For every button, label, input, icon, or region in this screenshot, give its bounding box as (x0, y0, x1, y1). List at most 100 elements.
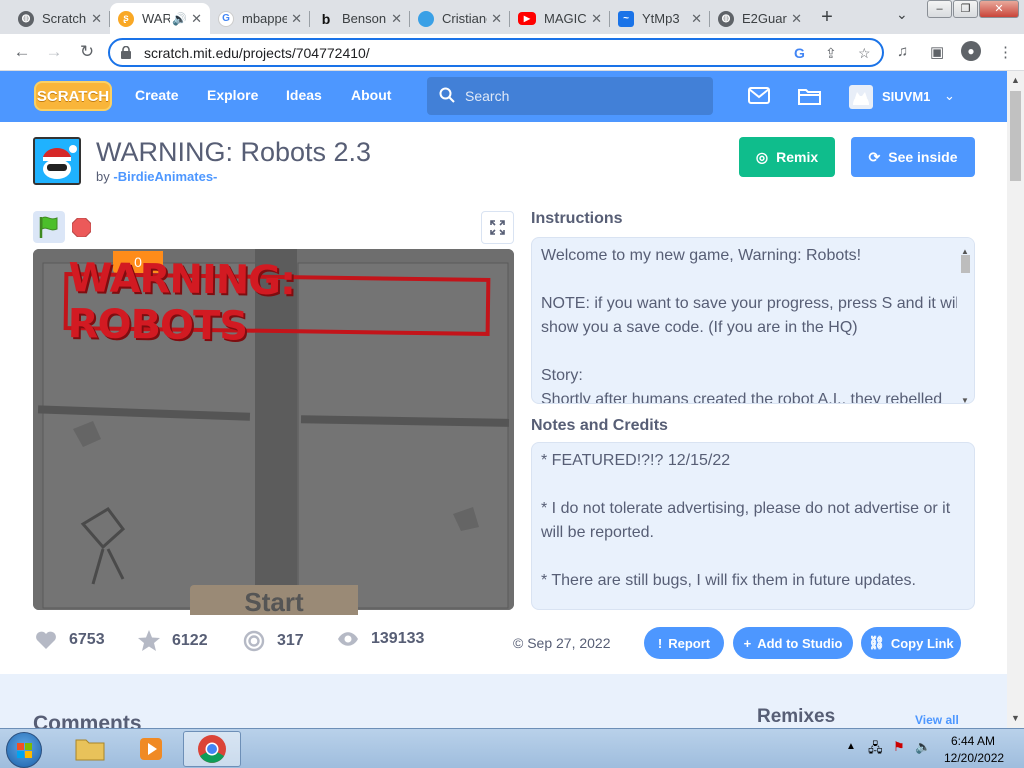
close-tab-icon[interactable]: ✕ (191, 11, 202, 27)
author-link[interactable]: -BirdieAnimates- (113, 169, 217, 184)
scroll-down-arrow-icon[interactable]: ▼ (1011, 713, 1020, 723)
scroll-down-arrow-icon[interactable]: ▼ (961, 389, 969, 403)
chrome-taskbar-button[interactable] (183, 731, 241, 767)
file-explorer-taskbar-button[interactable] (61, 731, 119, 767)
notes-heading: Notes and Credits (531, 417, 668, 434)
search-input[interactable] (465, 86, 695, 106)
love-stat[interactable]: 6753 (35, 630, 105, 650)
nav-ideas[interactable]: Ideas (286, 87, 322, 103)
bookmark-star-icon[interactable]: ☆ (858, 45, 871, 62)
plus-icon: + (743, 635, 752, 651)
green-flag-icon (39, 216, 58, 238)
volume-icon[interactable]: 🔈 (915, 739, 931, 755)
project-byline: by -BirdieAnimates- (96, 169, 218, 184)
tab-warning-robots[interactable]: ʂ WARNING 🔊 ✕ (110, 3, 210, 34)
scratch-icon: ʂ (118, 10, 134, 27)
messages-icon[interactable] (748, 87, 770, 104)
share-icon[interactable]: ⇪ (825, 45, 837, 62)
nav-create[interactable]: Create (135, 87, 179, 103)
globe-icon: ◍ (18, 10, 34, 27)
green-flag-button[interactable] (33, 211, 65, 243)
lock-icon (121, 46, 131, 59)
exclamation-icon: ! (657, 635, 663, 651)
restore-button[interactable]: ❐ (953, 0, 978, 18)
page-scroll-thumb[interactable] (1010, 91, 1021, 181)
clock-date[interactable]: 12/20/2022 (944, 751, 1004, 765)
report-button[interactable]: ! Report (644, 627, 724, 659)
chrome-icon (198, 735, 226, 763)
tab-e2guardian[interactable]: ◍ E2Guardian ✕ (710, 3, 810, 34)
close-tab-icon[interactable]: ✕ (491, 11, 502, 27)
show-hidden-icons-icon[interactable]: ▲ (846, 741, 856, 752)
scratch-logo[interactable]: SCRATCH (34, 81, 112, 111)
author-avatar[interactable] (33, 137, 81, 185)
page-scrollbar[interactable]: ▲ ▼ (1007, 71, 1024, 728)
bing-icon: b (321, 10, 331, 27)
folder-icon (75, 739, 105, 761)
browser-toolbar: ← → ↻ scratch.mit.edu/projects/704772410… (0, 34, 1024, 71)
google-lens-icon[interactable]: G (794, 45, 805, 61)
scroll-up-arrow-icon[interactable]: ▲ (1011, 75, 1020, 85)
close-tab-icon[interactable]: ✕ (791, 11, 802, 27)
notes-box[interactable]: * FEATURED!?!? 12/15/22 * I do not toler… (531, 442, 975, 610)
tab-ytmp3[interactable]: ~ YtMp3 ✕ (610, 3, 710, 34)
instructions-box[interactable]: Welcome to my new game, Warning: Robots!… (531, 237, 975, 404)
clock-time[interactable]: 6:44 AM (951, 734, 995, 748)
forward-icon[interactable]: → (42, 41, 66, 65)
close-tab-icon[interactable]: ✕ (691, 11, 702, 27)
close-tab-icon[interactable]: ✕ (291, 11, 302, 27)
favorite-stat[interactable]: 6122 (138, 630, 208, 651)
instructions-scrollbar[interactable]: ▲ ▼ (957, 238, 974, 403)
back-icon[interactable]: ← (10, 41, 34, 65)
project-title: WARNING: Robots 2.3 (96, 137, 372, 167)
media-player-taskbar-button[interactable] (122, 731, 180, 767)
remix-icon: ◎ (755, 148, 769, 165)
tab-mbappe[interactable]: G mbappe ✕ (210, 3, 310, 34)
fullscreen-button[interactable] (481, 211, 514, 244)
star-icon (138, 630, 160, 651)
remix-count-stat: 317 (243, 630, 304, 652)
tab-scratch[interactable]: ◍ Scratch ✕ (10, 3, 110, 34)
media-control-icon[interactable]: ♫ (897, 43, 908, 60)
profile-icon[interactable]: ● (961, 41, 981, 61)
tab-cristiano[interactable]: Cristiano ✕ (410, 3, 510, 34)
see-inside-button[interactable]: ⟳ See inside (851, 137, 975, 177)
side-panel-icon[interactable]: ▣ (930, 43, 944, 61)
network-icon[interactable]: 🖧 (868, 739, 883, 761)
tab-magic[interactable]: ▶ MAGIC ✕ (510, 3, 610, 34)
close-window-button[interactable]: ✕ (979, 0, 1019, 18)
address-bar[interactable]: scratch.mit.edu/projects/704772410/ G ⇪ … (108, 38, 884, 67)
instructions-scroll-thumb[interactable] (961, 255, 970, 273)
view-all-link[interactable]: View all (915, 713, 959, 727)
nav-about[interactable]: About (351, 87, 391, 103)
heart-icon (36, 631, 56, 649)
add-to-studio-button[interactable]: + Add to Studio (733, 627, 853, 659)
my-stuff-folder-icon[interactable] (798, 87, 821, 105)
username-label[interactable]: SIUVM1 (882, 89, 930, 104)
action-center-icon[interactable]: ⚑ (893, 739, 905, 755)
close-tab-icon[interactable]: ✕ (391, 11, 402, 27)
see-inside-icon: ⟳ (868, 148, 881, 165)
minimize-button[interactable]: – (927, 0, 952, 18)
reload-icon[interactable]: ↻ (75, 41, 99, 65)
fullscreen-icon (490, 220, 505, 235)
copy-link-button[interactable]: ⛓ Copy Link (861, 627, 961, 659)
close-tab-icon[interactable]: ✕ (591, 11, 602, 27)
youtube-icon: ▶ (518, 12, 536, 25)
tab-search-chevron-icon[interactable]: ⌄ (896, 6, 908, 23)
ytmp3-icon: ~ (618, 10, 634, 27)
menu-kebab-icon[interactable]: ⋮ (998, 43, 1013, 61)
tab-benson[interactable]: b Benson ✕ (310, 3, 410, 34)
site-icon (418, 10, 434, 27)
stop-button[interactable] (72, 218, 91, 237)
comments-section-bg (0, 674, 1007, 728)
close-tab-icon[interactable]: ✕ (91, 11, 102, 27)
avatar[interactable] (849, 85, 873, 109)
start-button[interactable] (6, 732, 42, 768)
stage-start-button[interactable]: Start (190, 585, 358, 615)
new-tab-button[interactable]: + (817, 6, 837, 29)
speaker-icon[interactable]: 🔊 (172, 12, 187, 26)
nav-explore[interactable]: Explore (207, 87, 258, 103)
chevron-down-icon[interactable]: ⌄ (944, 88, 955, 104)
remix-button[interactable]: ◎ Remix (739, 137, 835, 177)
